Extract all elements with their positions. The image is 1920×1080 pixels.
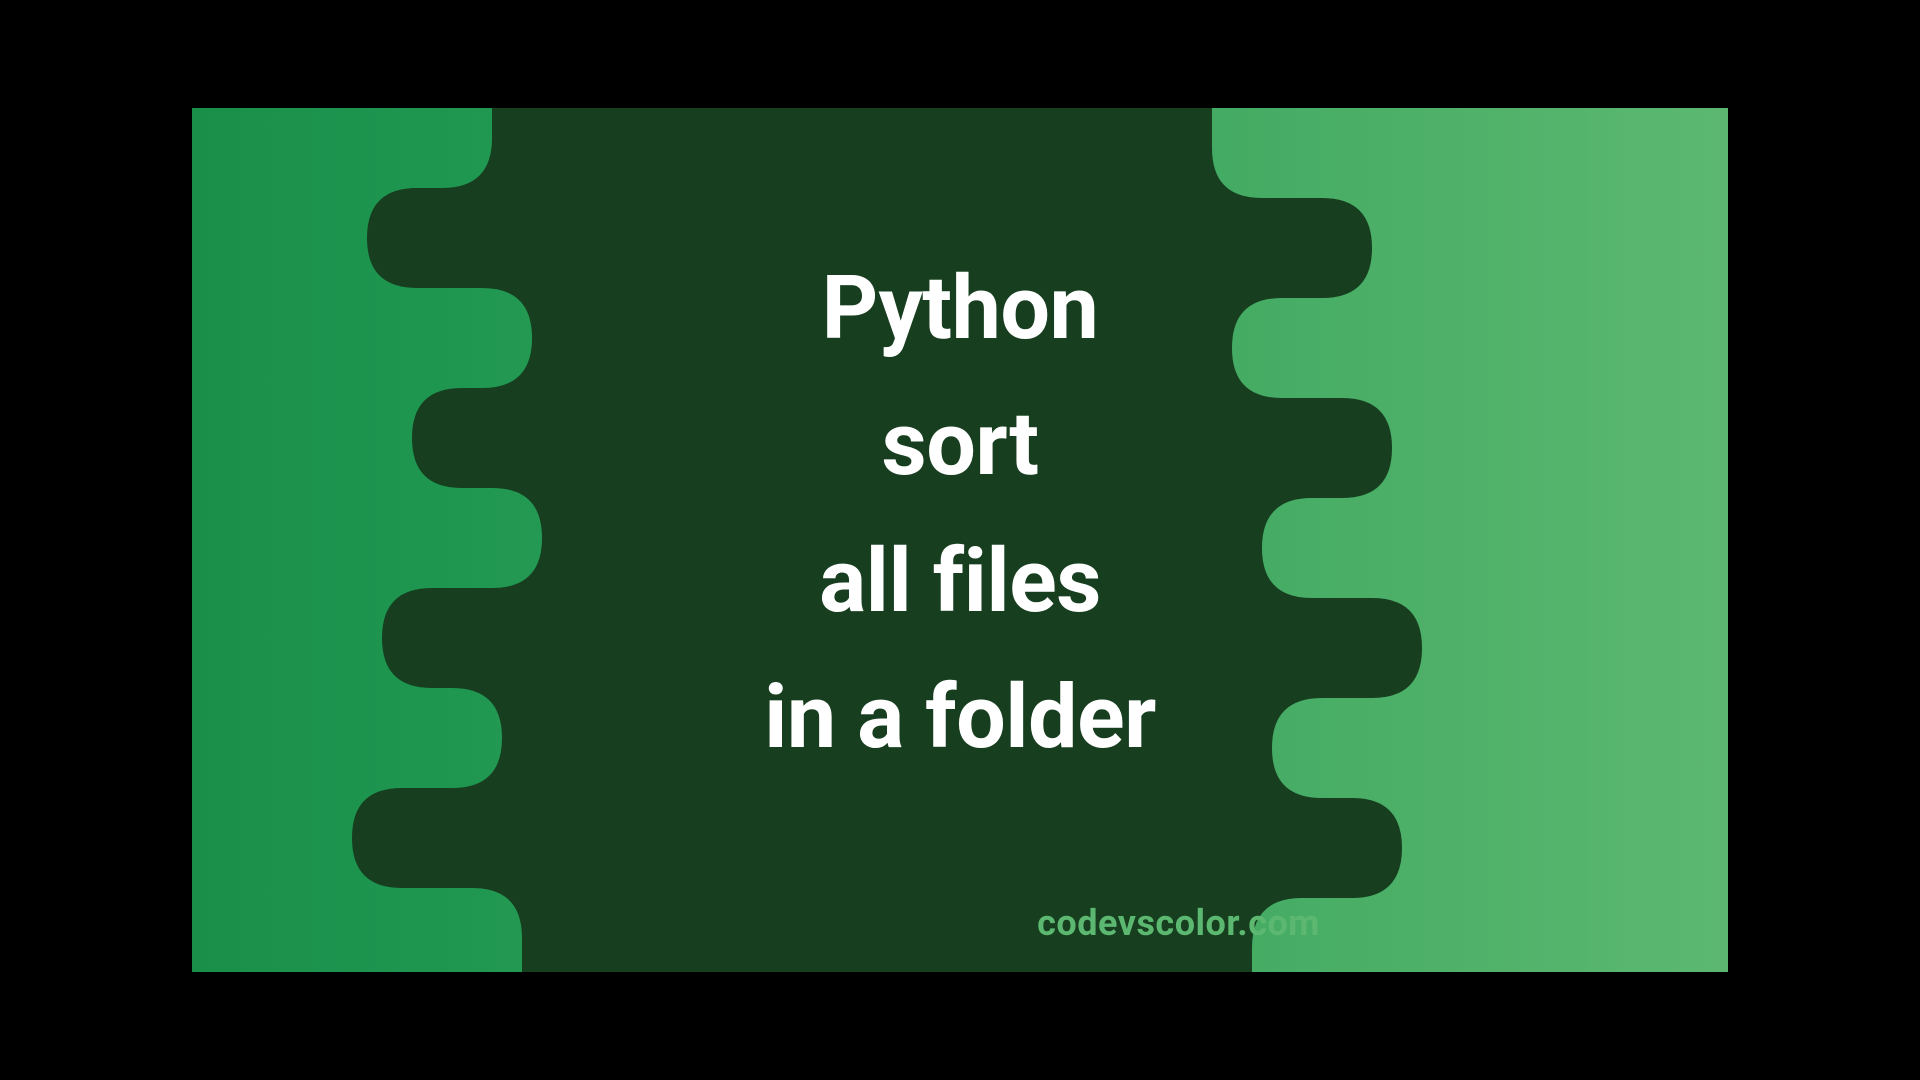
page-container: Python sort all files in a folder codevs… <box>0 0 1920 1080</box>
title-line-2: sort <box>192 378 1728 514</box>
title-container: Python sort all files in a folder <box>192 241 1728 787</box>
title-line-4: in a folder <box>192 650 1728 786</box>
watermark: codevscolor.com <box>1037 902 1320 944</box>
title-line-3: all files <box>192 514 1728 650</box>
title-line-1: Python <box>192 241 1728 377</box>
banner-image: Python sort all files in a folder codevs… <box>192 108 1728 972</box>
